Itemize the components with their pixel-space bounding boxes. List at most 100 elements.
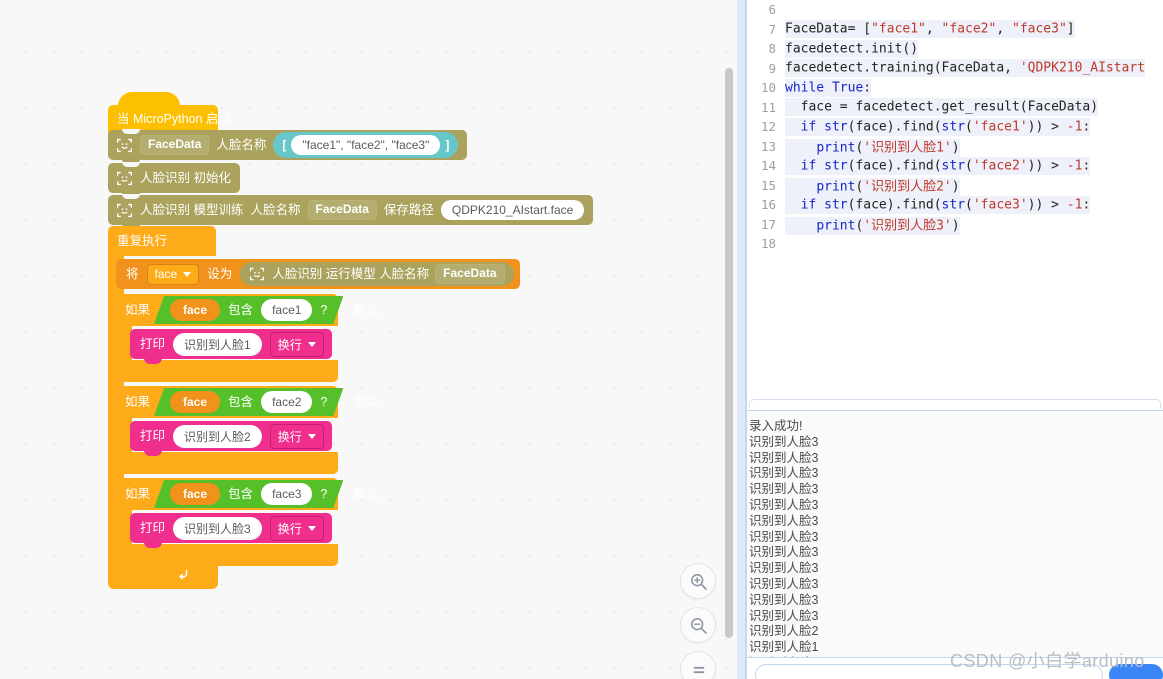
block-if-2[interactable]: 如果 face 包含 face2 ? 那么 [116,386,378,418]
if-3-then-label: 那么 [353,486,379,501]
zoom-reset-button[interactable] [680,651,716,679]
code-text[interactable]: if str(face).find(str('face1')) > -1: [785,117,1091,136]
block-print-1[interactable]: 打印 识别到人脸1 换行 [130,329,332,364]
train-var-field[interactable]: FaceData [307,199,377,221]
console-line: 识别到人脸3 [749,545,819,560]
if-2-condition[interactable]: face 包含 face2 ? [154,388,343,416]
code-line: 14 if str(face).find(str('face2')) > -1: [747,156,1163,176]
code-line: 8 facedetect.init() [747,39,1163,59]
if-2-head: 如果 face 包含 face2 ? 那么 [116,386,378,418]
print-1-value[interactable]: 识别到人脸1 [173,332,262,356]
print-3-newline-dropdown[interactable]: 换行 [269,515,324,541]
code-text[interactable]: if str(face).find(str('face3')) > -1: [785,195,1091,214]
if-3-head: 如果 face 包含 face3 ? 那么 [116,478,378,510]
reporter-arg-field[interactable]: FaceData [435,263,505,285]
line-number: 15 [760,177,776,193]
block-set-variable[interactable]: 将 face 设为 人脸识别 运行模型 人脸名称 FaceData [116,259,520,289]
if-1-condition[interactable]: face 包含 face1 ? [154,296,343,324]
print-2-newline-label: 换行 [277,429,302,444]
block-print-3[interactable]: 打印 识别到人脸3 换行 [130,513,332,548]
zoom-out-button[interactable] [680,607,716,643]
print-1-newline-dropdown[interactable]: 换行 [269,331,324,357]
chevron-down-icon [183,271,192,277]
if-3-left-operand[interactable]: face [170,483,220,505]
if-2-then-label: 那么 [353,394,379,409]
reporter-label: 人脸识别 运行模型 人脸名称 [272,266,430,281]
train-path-field[interactable]: QDPK210_AIstart.face [440,200,585,220]
line-number: 6 [768,2,776,18]
notch [122,162,140,167]
list-input[interactable]: [ "face1", "face2", "face3" ] [273,132,459,158]
print-3-value[interactable]: 识别到人脸3 [173,516,262,540]
code-text[interactable]: print('识别到人脸1') [785,137,960,158]
console-line: 识别到人脸3 [749,482,819,497]
zoom-in-icon [691,574,707,590]
zoom-in-button[interactable] [680,563,716,599]
if-3-question: ? [320,486,328,501]
code-text[interactable]: print('识别到人脸2') [785,176,960,197]
bracket-close: ] [445,138,450,152]
line-number: 8 [768,41,776,57]
train-row: 人脸识别 模型训练 人脸名称 FaceData 保存路径 QDPK210_AIs… [108,194,594,230]
if-1-left-operand[interactable]: face [170,299,220,321]
print-2-newline-dropdown[interactable]: 换行 [269,423,324,449]
console-line: 识别到人脸3 [749,513,819,528]
if-1-operator: 包含 [228,302,254,317]
print-2-row: 打印 识别到人脸2 换行 [130,421,332,456]
block-face-training[interactable]: 人脸识别 模型训练 人脸名称 FaceData 保存路径 QDPK210_AIs… [108,194,594,230]
console-line: 录入成功! [749,419,803,433]
loop-arrow-icon [176,567,190,585]
print-3-row: 打印 识别到人脸3 换行 [130,513,332,548]
init-label: 人脸识别 初始化 [140,170,231,185]
line-number: 18 [760,236,776,252]
code-text[interactable]: while True: [785,78,872,97]
line-number: 13 [760,138,776,154]
code-text[interactable]: facedetect.training(FaceData, 'QDPK210_A… [785,59,1146,78]
reporter-face-run-model[interactable]: 人脸识别 运行模型 人脸名称 FaceData [240,262,514,286]
console-line: 识别到人脸3 [749,450,819,465]
facedata-var-field[interactable]: FaceData [140,134,210,156]
code-text[interactable]: face = facedetect.get_result(FaceData) [785,98,1099,117]
variable-dropdown[interactable]: face [146,263,200,285]
print-2-value[interactable]: 识别到人脸2 [173,424,262,448]
console-line: 识别到人脸1 [749,656,1163,657]
if-1-label: 如果 [125,302,151,317]
print-2-label: 打印 [140,428,166,443]
block-repeat-forever[interactable]: 重复执行 [108,226,220,256]
block-if-3[interactable]: 如果 face 包含 face3 ? 那么 [116,478,378,510]
if-2-left-operand[interactable]: face [170,391,220,413]
block-hat-micropython-start[interactable]: 当 MicroPython 启动 [108,92,231,133]
code-line: 12 if str(face).find(str('face1')) > -1: [747,117,1163,137]
print-1-newline-label: 换行 [277,337,302,352]
if-3-condition[interactable]: face 包含 face3 ? [154,480,343,508]
console-output[interactable]: 录入成功! 识别到人脸3 识别到人脸3 识别到人脸3 识别到人脸3 识别到人脸3 识别到人脸… [747,410,1163,658]
console-line: 识别到人脸3 [749,561,819,576]
console-send-button[interactable] [1109,664,1163,679]
code-text[interactable]: facedetect.init() [785,39,919,58]
if-2-operator: 包含 [228,394,254,409]
if-3-right-operand[interactable]: face3 [261,483,312,505]
console-input[interactable] [755,664,1103,679]
block-if-1[interactable]: 如果 face 包含 face1 ? 那么 [116,294,378,326]
code-text[interactable]: FaceData= ["face1", "face2", "face3"] [785,20,1075,39]
block-facedata-list[interactable]: FaceData 人脸名称 [ "face1", "face2", "face3… [108,129,468,165]
block-print-2[interactable]: 打印 识别到人脸2 换行 [130,421,332,456]
notch [122,129,140,134]
code-text[interactable]: if str(face).find(str('face2')) > -1: [785,156,1091,175]
zoom-reset-icon [693,666,705,674]
chevron-down-icon [307,433,316,439]
code-line: 7 FaceData= ["face1", "face2", "face3"] [747,20,1163,40]
block-face-init[interactable]: 人脸识别 初始化 [108,162,240,198]
list-value-field[interactable]: "face1", "face2", "face3" [291,135,441,155]
code-editor[interactable]: 6 7 FaceData= ["face1", "face2", "face3"] 8… [747,0,1163,399]
face-scan-icon [249,266,266,283]
if-1-right-operand[interactable]: face1 [261,299,312,321]
canvas-scrollbar[interactable] [725,68,733,638]
if-2-right-operand[interactable]: face2 [261,391,312,413]
line-number: 14 [760,158,776,174]
zoom-out-icon [691,618,707,634]
line-number: 11 [760,99,776,115]
code-text[interactable]: print('识别到人脸3') [785,215,960,236]
zoom-controls[interactable] [680,563,716,679]
blockly-canvas[interactable]: 当 MicroPython 启动 FaceData 人脸名称 ["face1"… [0,0,737,679]
